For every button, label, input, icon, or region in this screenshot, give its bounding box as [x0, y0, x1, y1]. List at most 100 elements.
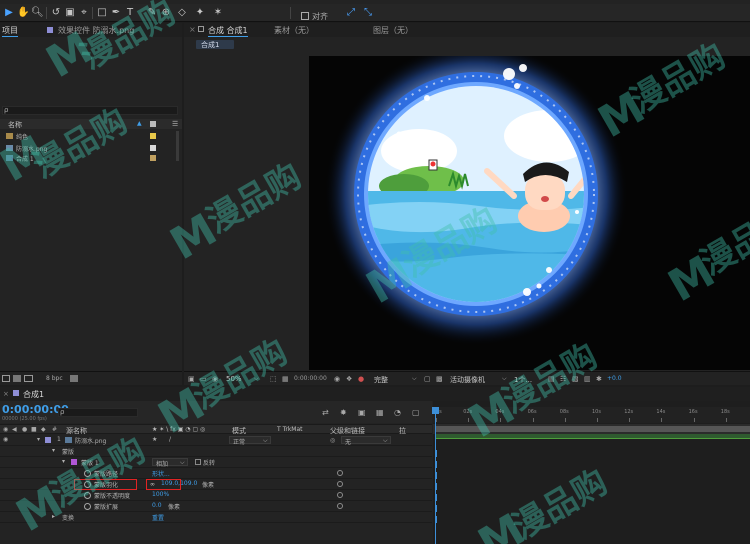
pickwhip-icon[interactable]: ◎: [330, 437, 335, 444]
expression-pickwhip-icon[interactable]: [337, 492, 343, 498]
layer-label-color[interactable]: [45, 437, 51, 443]
close-icon[interactable]: ×: [3, 390, 9, 398]
draft-3d-icon[interactable]: ✸: [340, 408, 347, 417]
snap-icon[interactable]: ⤢: [345, 7, 357, 19]
label-color-chip[interactable]: [150, 133, 156, 139]
camera-tool-icon[interactable]: ▣: [64, 7, 76, 19]
project-scrollbar[interactable]: [176, 131, 179, 161]
work-area-range[interactable]: [436, 426, 750, 432]
layer-name[interactable]: 防溺水.png: [75, 436, 106, 445]
property-row-mask-path[interactable]: 蒙版路径 形状...: [0, 468, 432, 479]
mask-row[interactable]: ▾ 蒙版 1 相加 ⌵ 反转: [0, 457, 432, 468]
new-composition-icon[interactable]: [24, 375, 33, 382]
views-dropdown[interactable]: 1个...: [514, 375, 532, 385]
type-tool-icon[interactable]: T: [124, 7, 136, 19]
lock-icon[interactable]: [198, 26, 204, 32]
speaker-icon[interactable]: ◉: [212, 375, 218, 383]
project-item[interactable]: 合成 1: [0, 153, 182, 163]
close-icon[interactable]: ×: [189, 25, 196, 34]
keyframe-marker[interactable]: [435, 461, 437, 468]
tab-footage[interactable]: 素材（无）: [274, 25, 314, 36]
project-search-input[interactable]: ρ: [2, 106, 178, 115]
pen-tool-icon[interactable]: ✒: [110, 7, 122, 19]
inverted-checkbox[interactable]: [195, 459, 201, 465]
comp-mini-flowchart-icon[interactable]: ⇄: [322, 408, 329, 417]
frame-blending-icon[interactable]: ▦: [376, 408, 384, 417]
graph-editor-icon[interactable]: ▢: [412, 408, 420, 417]
chevron-down-icon[interactable]: ⌵: [412, 375, 417, 383]
quality-switch-icon[interactable]: /: [169, 436, 171, 443]
comp-breadcrumb[interactable]: 合成1: [196, 40, 234, 49]
stopwatch-icon[interactable]: [84, 503, 91, 510]
safe-zones-icon[interactable]: ⬚: [270, 375, 277, 383]
timeline-icon[interactable]: ▥: [584, 375, 591, 383]
fast-preview-icon[interactable]: ▧: [572, 375, 579, 383]
label-icon[interactable]: ◆: [41, 426, 46, 433]
masks-group-row[interactable]: ▾ 蒙版: [0, 446, 432, 457]
collapse-arrow-icon[interactable]: ▾: [37, 436, 40, 443]
mask-mode-dropdown[interactable]: 相加 ⌵: [152, 458, 188, 468]
transform-group-row[interactable]: ▸ 变换 重置: [0, 512, 432, 523]
mode-dropdown[interactable]: 正常 ⌵: [229, 436, 271, 446]
stopwatch-icon[interactable]: [84, 492, 91, 499]
brush-tool-icon[interactable]: ✎: [146, 7, 158, 19]
shy-layers-icon[interactable]: ▣: [358, 408, 366, 417]
keyframe-marker[interactable]: [435, 505, 437, 512]
camera-dropdown[interactable]: 活动摄像机: [450, 375, 485, 385]
color-channel-icon[interactable]: ●: [358, 375, 364, 383]
solo-icon[interactable]: ●: [22, 426, 27, 433]
chevron-down-icon[interactable]: ⌵: [254, 375, 259, 383]
tab-timeline-comp[interactable]: 合成1: [23, 389, 44, 400]
tab-layer[interactable]: 图层（无）: [373, 25, 413, 36]
audio-icon[interactable]: ◀: [12, 426, 17, 433]
collapse-arrow-icon[interactable]: ▾: [52, 447, 55, 454]
grid-icon[interactable]: ▦: [282, 375, 289, 383]
delete-icon[interactable]: [70, 375, 78, 382]
new-folder-icon[interactable]: [13, 375, 21, 382]
type-column-icon[interactable]: ☰: [172, 120, 178, 128]
mask-color-swatch[interactable]: [71, 459, 77, 465]
pan-behind-tool-icon[interactable]: ⌖: [78, 7, 90, 19]
region-of-interest-icon[interactable]: ▢: [424, 375, 431, 383]
lock-icon[interactable]: ■: [31, 426, 37, 433]
label-column-icon[interactable]: [150, 121, 156, 127]
property-row-mask-expansion[interactable]: 蒙版扩展 0.0 像素: [0, 501, 432, 512]
expand-arrow-icon[interactable]: ▸: [52, 513, 55, 520]
label-color-chip[interactable]: [150, 155, 156, 161]
flowchart-icon[interactable]: ☷: [560, 375, 566, 383]
always-preview-icon[interactable]: ▣: [188, 375, 195, 383]
expression-pickwhip-icon[interactable]: [337, 481, 343, 487]
mask-name[interactable]: 蒙版 1: [81, 458, 99, 467]
switches-column-icons[interactable]: ★ ✶ \ fx ▣ ◔ ▢ ◎: [152, 426, 205, 433]
bit-depth-button[interactable]: 8 bpc: [46, 375, 63, 382]
column-trkmat[interactable]: T TrkMat: [277, 426, 303, 433]
stopwatch-icon[interactable]: [84, 470, 91, 477]
property-row-mask-feather[interactable]: 蒙版羽化 ∞ 109.0,109.0 像素: [0, 479, 432, 490]
expression-pickwhip-icon[interactable]: [337, 503, 343, 509]
hand-tool-icon[interactable]: ✋: [17, 7, 29, 19]
timeline-search-input[interactable]: ρ: [58, 408, 138, 417]
keyframe-marker[interactable]: [435, 483, 437, 490]
tab-composition[interactable]: 合成 合成1: [208, 25, 248, 37]
motion-blur-icon[interactable]: ◔: [394, 408, 401, 417]
chevron-down-icon[interactable]: ⌵: [502, 375, 507, 383]
layer-duration-bar[interactable]: [436, 434, 750, 439]
roto-brush-tool-icon[interactable]: ✦: [194, 7, 206, 19]
tab-project[interactable]: 项目: [2, 25, 18, 37]
interpret-footage-icon[interactable]: [2, 375, 10, 382]
keyframe-marker[interactable]: [435, 450, 437, 457]
exposure-value[interactable]: +0.0: [607, 375, 622, 382]
expression-pickwhip-icon[interactable]: [337, 470, 343, 476]
toggle-pixel-aspect-icon[interactable]: ▤: [548, 375, 555, 383]
eraser-tool-icon[interactable]: ◇: [176, 7, 188, 19]
keyframe-marker[interactable]: [435, 516, 437, 523]
property-value[interactable]: 形状...: [152, 469, 170, 478]
sort-arrow-icon[interactable]: ▲: [137, 120, 142, 127]
playhead-handle[interactable]: [432, 407, 439, 414]
property-value[interactable]: 100%: [152, 491, 169, 498]
zoom-tool-icon[interactable]: 🔍︎: [31, 7, 44, 19]
layer-row[interactable]: ◉ ▾ 1 防溺水.png ★ / 正常 ⌵ ◎ 无 ⌵: [0, 435, 432, 446]
eye-icon[interactable]: ◉: [3, 436, 8, 443]
eye-icon[interactable]: ◉: [3, 426, 8, 433]
rotate-tool-icon[interactable]: ↺: [50, 7, 62, 19]
